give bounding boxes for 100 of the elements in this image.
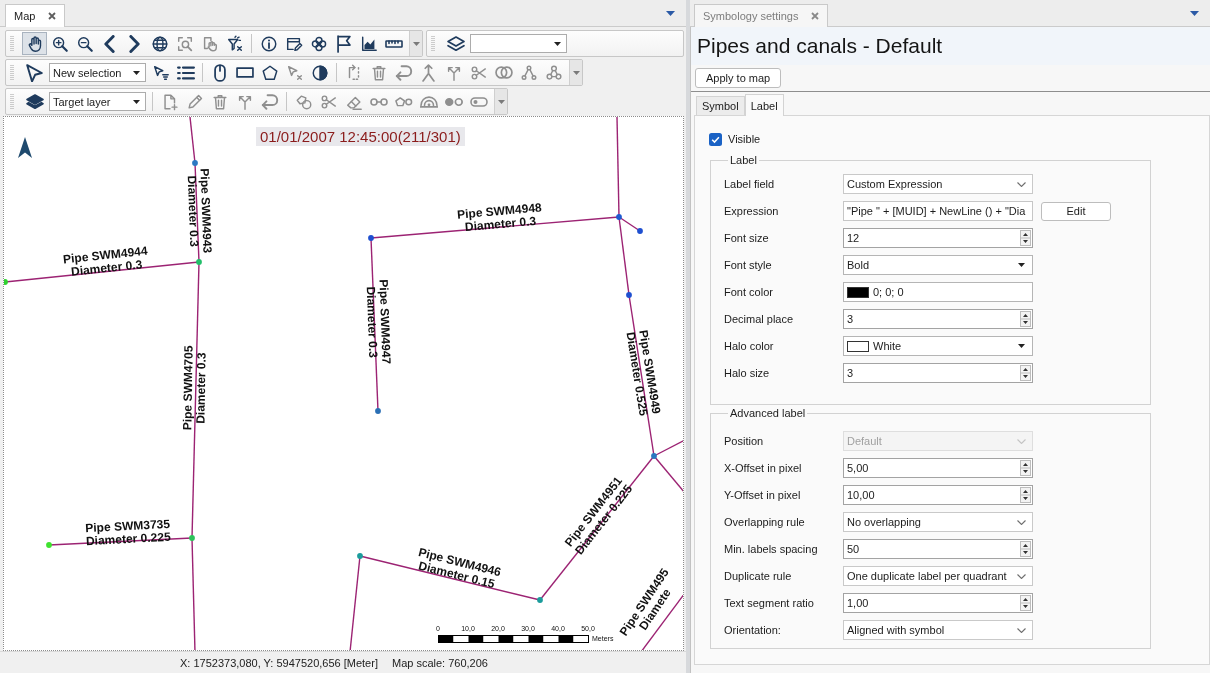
field-label: Decimal place <box>724 313 795 325</box>
tab[interactable]: Label <box>744 94 784 116</box>
scissors-icon <box>469 63 488 82</box>
caret-down-icon <box>497 99 505 104</box>
number-field[interactable]: 1,00 <box>843 593 1033 613</box>
grip-icon[interactable] <box>10 64 14 81</box>
color-field[interactable]: 0; 0; 0 <box>843 282 1033 302</box>
field-label: Halo color <box>724 340 775 352</box>
field-label: Font size <box>724 232 770 244</box>
overflow-button[interactable] <box>569 60 582 85</box>
number-field[interactable]: 3 <box>843 363 1033 383</box>
spinner-icon[interactable] <box>1020 487 1031 503</box>
layers-icon <box>25 94 44 109</box>
dropdown[interactable]: One duplicate label per quadrant <box>843 566 1033 586</box>
group-title: Label <box>729 154 758 167</box>
spinner-icon[interactable] <box>1020 365 1031 381</box>
field-label: X-Offset in pixel <box>724 462 803 474</box>
edit-button[interactable]: Edit <box>1041 201 1111 221</box>
field-label: Expression <box>724 205 780 217</box>
toggle-icon <box>469 96 488 107</box>
tab[interactable]: Symbol <box>696 96 745 115</box>
document-tab[interactable]: Map <box>5 4 66 27</box>
text-field[interactable]: "Pipe " + [MUID] + NewLine () + "Dia <box>843 201 1033 221</box>
node-cluster-icon <box>544 63 563 82</box>
pipe-label: Pipe SWM4943 Diameter 0.3 <box>184 168 214 254</box>
grip-icon[interactable] <box>431 35 435 52</box>
caret-down-icon <box>554 41 561 46</box>
flower-icon <box>309 34 328 53</box>
zoom-out-icon <box>75 34 94 53</box>
field-label: Font style <box>724 259 773 271</box>
north-arrow-icon <box>18 137 32 158</box>
half-circle-icon <box>310 63 329 82</box>
cursor-x-icon <box>285 63 304 82</box>
dropdown[interactable]: Target layer <box>49 92 146 111</box>
field-label: Orientation: <box>724 624 782 636</box>
pencil-icon <box>185 92 204 111</box>
spinner-icon[interactable] <box>1020 460 1031 476</box>
field-label: Y-Offset in pixel <box>724 489 802 501</box>
panel-title: Pipes and canals - Default <box>697 34 943 58</box>
dropdown[interactable]: Custom Expression <box>843 174 1033 194</box>
group-title: Advanced label <box>729 407 807 420</box>
field-label: Halo size <box>724 367 771 379</box>
field-label: Duplicate rule <box>724 570 793 582</box>
chevron-left-icon <box>104 34 115 53</box>
toolbar-button[interactable] <box>22 32 47 55</box>
chevron-down-icon <box>1017 573 1026 579</box>
caret-down-icon[interactable] <box>1190 11 1199 16</box>
dropdown[interactable]: Aligned with symbol <box>843 620 1033 640</box>
grip-icon[interactable] <box>10 93 14 110</box>
chevron-down-icon <box>1017 627 1026 633</box>
cursor-icon <box>26 63 43 82</box>
spinner-icon[interactable] <box>1020 541 1031 557</box>
close-icon[interactable] <box>811 12 820 20</box>
dropdown[interactable]: New selection <box>49 63 146 82</box>
grip-icon[interactable] <box>10 35 14 52</box>
caret-down-icon <box>412 41 420 46</box>
caret-down-icon[interactable] <box>666 11 675 16</box>
map-scale-text: Map scale: 760,206 <box>391 656 488 669</box>
ruler-icon <box>384 39 403 48</box>
pipe-label: Pipe SWM4948 Diameter 0.3 <box>456 201 544 235</box>
close-icon[interactable] <box>48 12 57 20</box>
pentagon-icon <box>260 63 279 82</box>
checkbox-label: Visible <box>728 133 761 145</box>
trash-icon <box>210 92 229 111</box>
number-field[interactable]: 3 <box>843 309 1033 329</box>
overflow-button[interactable] <box>494 89 507 114</box>
dropdown[interactable]: Bold <box>843 255 1033 275</box>
number-field[interactable]: 5,00 <box>843 458 1033 478</box>
spinner-icon[interactable] <box>1020 230 1031 246</box>
merge-arrow-icon <box>422 63 435 82</box>
node-triangle-icon <box>519 63 538 82</box>
globe-icon <box>150 34 169 53</box>
funnel-x-icon <box>225 34 244 53</box>
spinner-icon[interactable] <box>1020 311 1031 327</box>
number-field[interactable]: 10,00 <box>843 485 1033 505</box>
caret-down-icon <box>1018 344 1025 348</box>
pipe-label: Pipe SWM4947 Diameter 0.3 <box>363 279 393 365</box>
dots-icon <box>444 97 463 106</box>
timestamp-label: 01/01/2007 12:45:00(211/301) <box>256 127 465 146</box>
field-label: Text segment ratio <box>724 597 815 609</box>
document-tab[interactable]: Symbology settings <box>694 4 829 27</box>
field-label: Font color <box>724 286 774 298</box>
field-label: Overlapping rule <box>724 516 806 528</box>
arc-icon <box>419 95 438 108</box>
area-chart-icon <box>359 34 378 53</box>
dropdown[interactable]: No overlapping <box>843 512 1033 532</box>
circles-icon <box>494 66 513 79</box>
checkbox[interactable] <box>709 132 722 146</box>
caret-down-icon <box>1018 263 1025 267</box>
shapes-icon <box>294 92 313 111</box>
field-label: Min. labels spacing <box>724 543 819 555</box>
number-field[interactable]: 12 <box>843 228 1033 248</box>
layers-icon <box>446 36 465 51</box>
apply-button[interactable]: Apply to map <box>695 68 782 88</box>
number-field[interactable]: 50 <box>843 539 1033 559</box>
zoom-in-icon <box>50 34 69 53</box>
spinner-icon[interactable] <box>1020 595 1031 611</box>
pipe-label: Pipe SWM3735 Diameter 0.225 <box>85 517 171 549</box>
info-icon <box>259 34 278 53</box>
color-dropdown[interactable]: White <box>843 336 1033 356</box>
